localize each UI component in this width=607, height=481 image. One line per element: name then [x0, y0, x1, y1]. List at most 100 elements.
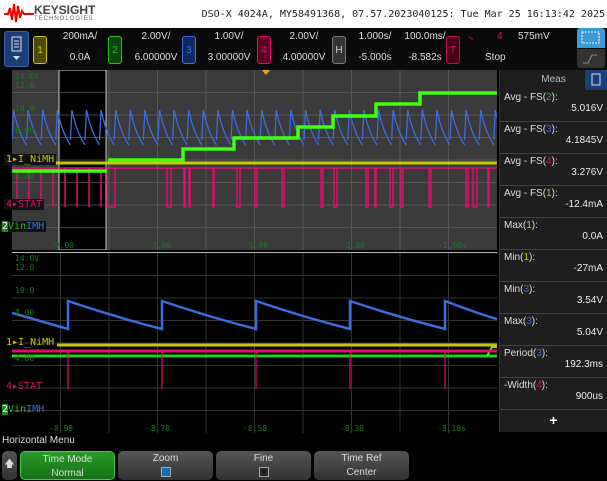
measurement-value: 5.016V [571, 103, 603, 114]
trigger-level[interactable]: 575mV [518, 31, 550, 42]
run-state[interactable]: Stop [485, 52, 506, 63]
instrument-identity: DSO-X 4024A, MY58491368, 07.57.202304012… [201, 9, 605, 20]
measurement-item[interactable]: Avg - FS(1): -12.4mA [500, 186, 607, 218]
measurement-label: Max(3): [504, 316, 538, 327]
ch4-offset[interactable]: 4.00000V [274, 52, 334, 63]
measurement-channel: 1 [523, 252, 530, 263]
measurement-channel: 2 [546, 92, 552, 103]
brand-name: KEYSIGHT [34, 3, 96, 17]
x-tick-label: -1.00s [438, 241, 467, 250]
ch3-offset[interactable]: 3.00000V [199, 52, 259, 63]
menu-title: Horizontal Menu [2, 435, 75, 446]
measurement-item[interactable]: Max(1): 0.0A [500, 218, 607, 250]
overview-waveform-area[interactable] [11, 69, 509, 251]
ch4-marker-icon[interactable]: 4▸ [6, 199, 18, 210]
ch4-scale[interactable]: 2.00V/ [274, 31, 334, 42]
measurement-item[interactable]: Period(3): 192.3ms [500, 346, 607, 378]
y-tick-label: 8.00 [15, 126, 35, 135]
measurement-item[interactable]: Avg - FS(2): 5.016V [500, 90, 607, 122]
measurement-item[interactable]: Min(3): 3.54V [500, 282, 607, 314]
ch2-button[interactable]: 2 [108, 36, 122, 64]
measurement-value: -27mA [573, 263, 603, 274]
ch1-trace-label-zoom: I_NiMH [18, 337, 55, 348]
fine-checkbox[interactable] [258, 467, 269, 477]
measurement-item[interactable]: -Width(4): 900us [500, 378, 607, 410]
ch2-trace-label-suffix: IMH [26, 221, 45, 232]
measurement-channel: 3 [523, 284, 530, 295]
zoom-select-button[interactable] [577, 28, 605, 48]
left-gutter [0, 70, 12, 432]
zoom-waveform-area[interactable] [11, 252, 498, 433]
y-tick-label: 10.0 [15, 104, 35, 113]
measurement-channel: 4 [546, 156, 552, 167]
add-measurement-button[interactable]: + [500, 410, 607, 428]
measurement-name: Avg - FS( [504, 156, 547, 167]
ch2-scale[interactable]: 2.00V/ [126, 31, 186, 42]
ch1-offset[interactable]: 0.0A [50, 52, 110, 63]
ch2-trace-label-zoom: Vin [8, 404, 27, 415]
measurement-label: Min(1): [504, 252, 536, 263]
x-tick-label: -3.00 [341, 241, 366, 250]
meas-menu-button[interactable] [585, 70, 607, 90]
ch2-offset[interactable]: 6.00000V [126, 52, 186, 63]
x-tick-label: -9.00 [50, 241, 75, 250]
menu-back-button[interactable]: 🡅 [2, 451, 17, 480]
horizontal-button[interactable]: H [332, 36, 346, 64]
fine-softkey[interactable]: Fine [216, 451, 311, 480]
measurement-label: Avg - FS(2): [504, 92, 558, 103]
y-tick-label: 4.00 [15, 354, 35, 363]
ch4-button[interactable]: 4 [257, 36, 271, 64]
trigger-position-icon [262, 70, 270, 75]
trigger-button[interactable]: T [446, 36, 460, 64]
ch4-trace-label-zoom: STAT [18, 381, 43, 392]
ch1-marker-icon-zoom[interactable]: 1▸ [6, 337, 18, 348]
ch1-scale[interactable]: 200mA/ [50, 31, 110, 42]
measurement-channel: 3 [526, 316, 532, 327]
zoom-traces [11, 253, 498, 433]
measurement-item[interactable]: Avg - FS(3): 4.1845V [500, 122, 607, 154]
main-menu-button[interactable] [4, 31, 29, 67]
keysight-logo: KEYSIGHT TECHNOLOGIES [4, 2, 95, 24]
y-tick-label: 4.00 [15, 172, 35, 181]
softkey-menu: Horizontal Menu 🡅 Time Mode Normal Zoom F… [0, 432, 607, 480]
zoom-softkey[interactable]: Zoom [118, 451, 213, 480]
ch1-button[interactable]: 1 [33, 36, 47, 64]
y-tick-label: 12.0 [15, 263, 35, 272]
time-mode-softkey[interactable]: Time Mode Normal [20, 451, 115, 480]
trigger-source[interactable]: 4 [497, 31, 503, 42]
x-tick-label: -5.00 [244, 241, 269, 250]
measurement-item[interactable]: Min(1): -27mA [500, 250, 607, 282]
y-tick-label: 10.0 [15, 286, 35, 295]
softkey-label: Time Ref [341, 453, 382, 464]
keysight-wave-icon [4, 3, 34, 23]
measurement-label: Avg - FS(4): [504, 156, 558, 167]
measurement-value: -12.4mA [565, 199, 603, 210]
zoom-checkbox[interactable] [160, 467, 171, 477]
measurement-channel: 1 [526, 220, 532, 231]
measurement-value: 4.1845V [565, 135, 603, 146]
measurement-value: 0.0A [582, 231, 603, 242]
measurement-item[interactable]: Max(3): 5.04V [500, 314, 607, 346]
measurement-channel: 3 [536, 348, 542, 359]
measurement-name: Min( [504, 252, 524, 263]
measurements-panel: Meas Avg - FS(2): 5.016V Avg - FS(3): 4.184… [499, 70, 607, 432]
y-tick-label: 14.0V [15, 254, 40, 263]
measurement-value: 3.276V [571, 167, 603, 178]
measurement-channel: 4 [536, 380, 542, 391]
up-arrow-icon: 🡅 [4, 459, 15, 470]
time-ref-softkey[interactable]: Time Ref Center [314, 451, 409, 480]
measurement-name: Avg - FS( [504, 92, 547, 103]
measurement-item[interactable]: Avg - FS(4): 3.276V [500, 154, 607, 186]
ch1-marker-icon[interactable]: 1▸ [6, 154, 18, 165]
measurement-label: Avg - FS(1): [504, 188, 558, 199]
status-toolbar: 1 200mA/ 0.0A 2 2.00V/ 6.00000V 3 1.00V/… [0, 28, 607, 70]
ch4-marker-icon-zoom[interactable]: 4▸ [6, 381, 18, 392]
ch3-scale[interactable]: 1.00V/ [199, 31, 259, 42]
measurement-label: Min(3): [504, 284, 536, 295]
wave-gesture-icon [583, 54, 597, 64]
y-tick-label: 8.00 [15, 308, 35, 317]
touch-gesture-button[interactable] [577, 49, 605, 68]
ch3-button[interactable]: 3 [182, 36, 196, 64]
box-select-icon [581, 31, 600, 44]
measurement-name: -Width( [504, 380, 537, 391]
